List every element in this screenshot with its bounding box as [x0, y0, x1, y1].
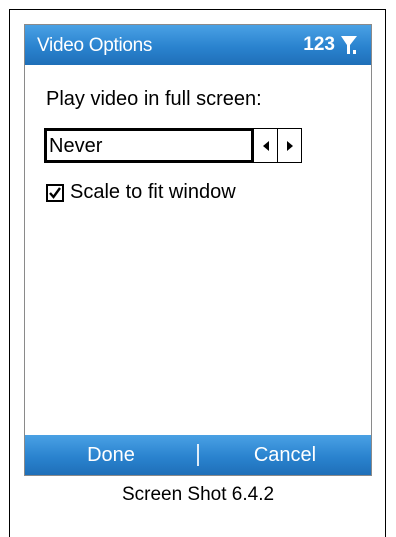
done-button[interactable]: Done — [25, 435, 197, 475]
softkey-divider — [197, 444, 199, 466]
picker-left-button[interactable] — [253, 129, 277, 162]
checkmark-icon — [49, 186, 61, 199]
title-bar: Video Options 123 — [25, 25, 371, 65]
signal-antenna-icon — [341, 36, 357, 54]
softkey-bar: Done Cancel — [25, 435, 371, 475]
scale-checkbox[interactable] — [46, 183, 64, 202]
scale-label: Scale to fit window — [70, 181, 236, 203]
fullscreen-picker[interactable]: Never — [44, 128, 302, 163]
scale-checkbox-row[interactable]: Scale to fit window — [46, 181, 236, 204]
phone-screen: Video Options 123 Play video in full scr… — [24, 24, 372, 476]
cancel-button[interactable]: Cancel — [199, 435, 371, 475]
fullscreen-label: Play video in full screen: — [46, 88, 262, 110]
picker-right-button[interactable] — [277, 129, 301, 162]
status-text: 123 — [303, 34, 335, 55]
arrow-left-icon — [262, 140, 269, 151]
window-title: Video Options — [37, 35, 153, 56]
fullscreen-value[interactable]: Never — [45, 129, 253, 162]
status-area: 123 — [303, 34, 359, 56]
arrow-right-icon — [286, 140, 293, 151]
figure-caption: Screen Shot 6.4.2 — [121, 484, 275, 505]
